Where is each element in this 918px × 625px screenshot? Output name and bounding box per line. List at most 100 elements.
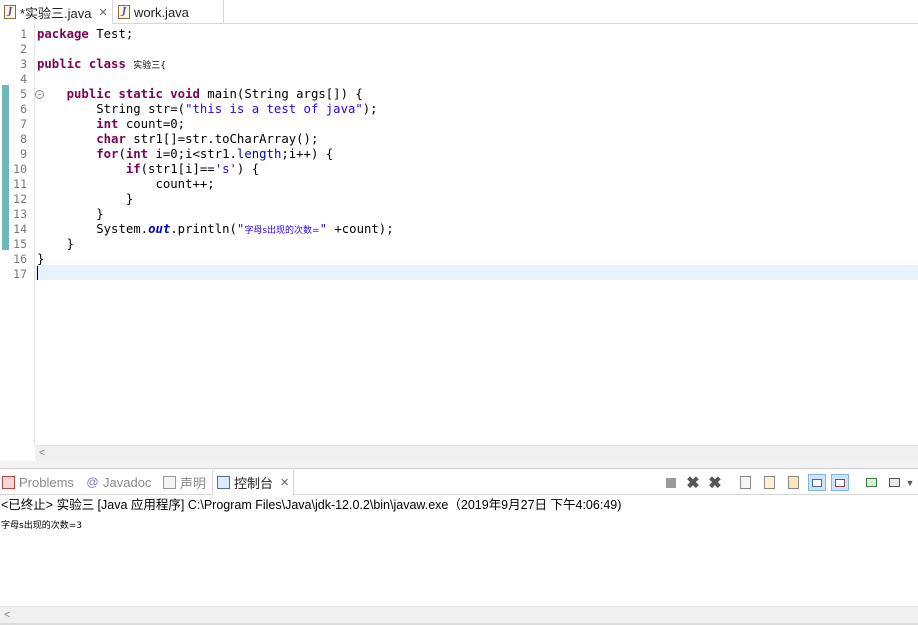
line-number: 11 bbox=[13, 177, 27, 191]
declaration-icon bbox=[163, 476, 176, 489]
tab-shiyansan-java[interactable]: J *实验三.java ✕ bbox=[0, 0, 113, 24]
show-on-stderr-icon[interactable] bbox=[831, 474, 849, 491]
pin-console-icon[interactable] bbox=[862, 474, 880, 491]
word-wrap-icon[interactable] bbox=[784, 474, 802, 491]
line-number: 14 bbox=[13, 222, 27, 236]
keyword: public bbox=[37, 57, 82, 71]
code-text: } bbox=[96, 207, 104, 221]
console-output[interactable]: 字母s出现的次数=3 bbox=[1, 518, 82, 531]
line-number: 6 bbox=[20, 102, 27, 116]
tab-label: Problems bbox=[19, 475, 74, 490]
remove-launch-icon[interactable]: ✖ bbox=[684, 474, 702, 492]
problems-icon bbox=[2, 476, 15, 489]
show-on-stdout-icon[interactable] bbox=[808, 474, 826, 491]
code-line: public class 实验三{ bbox=[37, 57, 166, 72]
editor-horizontal-scrollbar[interactable]: < bbox=[35, 445, 918, 461]
clear-console-icon[interactable] bbox=[736, 474, 754, 491]
display-console-icon[interactable] bbox=[885, 474, 903, 491]
code-text: count++; bbox=[155, 177, 215, 191]
code-text: +count); bbox=[326, 222, 394, 236]
code-line: package Test; bbox=[37, 27, 133, 42]
line-number: 5 bbox=[20, 87, 27, 101]
code-text: main(String args[]) { bbox=[199, 87, 363, 101]
tab-label: 控制台 bbox=[234, 476, 274, 491]
keyword: public bbox=[66, 87, 112, 101]
code-text: str1[]=str.toCharArray(); bbox=[125, 132, 319, 146]
code-text: str bbox=[148, 102, 171, 116]
console-horizontal-scrollbar[interactable]: < bbox=[0, 606, 918, 623]
line-number: 15 bbox=[13, 237, 27, 251]
code-text: { bbox=[160, 61, 167, 71]
close-icon[interactable]: ✕ bbox=[280, 476, 289, 489]
code-text: .println( bbox=[170, 222, 237, 236]
panel-divider[interactable] bbox=[0, 461, 918, 469]
keyword: if bbox=[125, 162, 141, 176]
close-icon[interactable]: ✕ bbox=[99, 6, 108, 19]
tab-label: Javadoc bbox=[103, 475, 152, 490]
line-number: 17 bbox=[13, 267, 27, 281]
code-line: } bbox=[37, 207, 104, 222]
bottom-panel-tab-bar: Problems @ Javadoc 声明 控制台 ✕ ✖ ✖ ▼ bbox=[0, 470, 918, 495]
code-text: =( bbox=[170, 102, 186, 116]
quick-diff-ruler bbox=[0, 25, 11, 445]
tab-declaration[interactable]: 声明 bbox=[163, 470, 206, 495]
code-line: count++; bbox=[37, 177, 215, 192]
keyword: for bbox=[96, 147, 119, 161]
string-literal: "this is a test of java" bbox=[185, 102, 363, 116]
code-text: } bbox=[37, 252, 45, 266]
tab-label: 声明 bbox=[180, 476, 207, 491]
line-number: 8 bbox=[20, 132, 27, 146]
keyword: int bbox=[125, 147, 149, 161]
code-text: Test; bbox=[88, 27, 134, 41]
keyword: int bbox=[96, 117, 119, 131]
java-file-icon: J bbox=[118, 5, 130, 19]
code-text: } bbox=[125, 192, 134, 206]
remove-all-terminated-icon[interactable]: ✖ bbox=[706, 474, 724, 492]
java-file-icon: J bbox=[4, 5, 16, 19]
editor-tab-bar: J *实验三.java ✕ J work.java bbox=[0, 0, 918, 24]
static-field-reference: out bbox=[148, 222, 171, 236]
tab-javadoc[interactable]: @ Javadoc bbox=[86, 470, 151, 495]
chevron-down-icon[interactable]: ▼ bbox=[903, 474, 917, 491]
code-text: i=0;i<str1. bbox=[148, 147, 237, 161]
line-number: 3 bbox=[20, 57, 27, 71]
class-name: 实验三 bbox=[133, 61, 161, 71]
code-line: System.out.println("字母s出现的次数=" +count); bbox=[37, 222, 394, 237]
keyword: package bbox=[37, 27, 89, 41]
console-icon bbox=[217, 476, 230, 489]
code-line: } bbox=[37, 237, 74, 252]
terminate-icon[interactable] bbox=[662, 474, 680, 491]
char-literal: 's' bbox=[214, 162, 237, 176]
tab-console[interactable]: 控制台 ✕ bbox=[212, 470, 295, 495]
field-reference: length bbox=[236, 147, 282, 161]
line-number: 9 bbox=[20, 147, 27, 161]
change-marker bbox=[2, 85, 9, 250]
text-caret bbox=[37, 266, 38, 280]
gutter-divider bbox=[34, 25, 35, 445]
code-text: String bbox=[96, 102, 149, 116]
line-number: 4 bbox=[20, 72, 27, 86]
line-number: 16 bbox=[13, 252, 27, 266]
scroll-lock-icon[interactable] bbox=[760, 474, 778, 491]
tab-work-java[interactable]: J work.java bbox=[114, 0, 224, 24]
code-text: (str1[i]== bbox=[140, 162, 215, 176]
line-number: 12 bbox=[13, 192, 27, 206]
line-number-ruler: 1 2 3 4 5 6 7 8 9 10 11 12 13 14 15 16 1… bbox=[11, 25, 44, 445]
scroll-left-icon[interactable]: < bbox=[39, 446, 45, 461]
javadoc-icon: @ bbox=[86, 475, 99, 489]
code-line: public static void main(String args[]) { bbox=[37, 87, 363, 102]
tab-problems[interactable]: Problems bbox=[2, 470, 74, 495]
console-process-label: <已终止> 实验三 [Java 应用程序] C:\Program Files\J… bbox=[1, 498, 622, 512]
code-text-area[interactable]: package Test; public class 实验三{ public s… bbox=[37, 25, 918, 445]
code-text: ); bbox=[362, 102, 378, 116]
code-editor[interactable]: 1 2 3 4 5 6 7 8 9 10 11 12 13 14 15 16 1… bbox=[0, 25, 918, 445]
line-number: 1 bbox=[20, 27, 27, 41]
code-line: String str=("this is a test of java"); bbox=[37, 102, 378, 117]
scroll-left-icon[interactable]: < bbox=[4, 607, 10, 623]
code-text: System. bbox=[96, 222, 149, 236]
keyword: static bbox=[118, 87, 163, 101]
code-line: } bbox=[37, 192, 133, 207]
keyword: class bbox=[88, 57, 126, 71]
code-line: for(int i=0;i<str1.length;i++) { bbox=[37, 147, 333, 162]
code-text: ( bbox=[118, 147, 126, 161]
